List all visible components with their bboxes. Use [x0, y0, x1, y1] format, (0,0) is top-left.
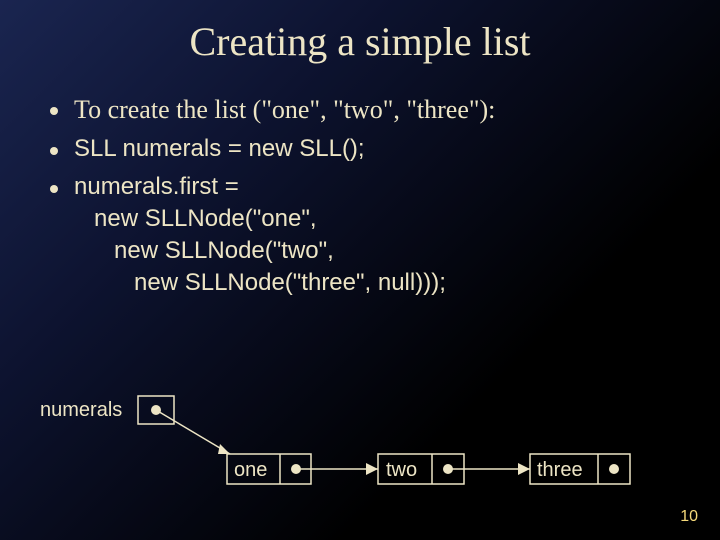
bullet-text: To create the list ("one", "two", "three… — [74, 93, 495, 127]
code-line: new SLLNode("three", null))); — [74, 267, 446, 299]
bullet-text: numerals.first = new SLLNode("one", new … — [74, 171, 446, 299]
arrowhead-icon — [366, 463, 378, 475]
bullet-list: To create the list ("one", "two", "three… — [50, 93, 700, 299]
arrowhead-icon — [518, 463, 530, 475]
pointer-dot-icon — [609, 464, 619, 474]
bullet-text: SLL numerals = new SLL(); — [74, 133, 365, 165]
arrowhead-icon — [218, 444, 230, 454]
bullet-dot-icon — [50, 107, 58, 115]
bullet-dot-icon — [50, 185, 58, 193]
node-value: one — [234, 459, 267, 481]
bullet-item: numerals.first = new SLLNode("one", new … — [50, 171, 700, 299]
code-line: new SLLNode("one", — [74, 203, 446, 235]
code-line: numerals.first = — [74, 171, 446, 203]
bullet-dot-icon — [50, 147, 58, 155]
code-line: new SLLNode("two", — [74, 235, 446, 267]
node-value: three — [537, 459, 583, 481]
linked-list-diagram: numerals one two three — [40, 390, 700, 520]
arrow — [156, 410, 230, 454]
node-value: two — [386, 459, 417, 481]
head-label: numerals — [40, 399, 122, 421]
bullet-item: To create the list ("one", "two", "three… — [50, 93, 700, 127]
bullet-item: SLL numerals = new SLL(); — [50, 133, 700, 165]
page-number: 10 — [680, 508, 698, 526]
slide-title: Creating a simple list — [0, 18, 720, 65]
